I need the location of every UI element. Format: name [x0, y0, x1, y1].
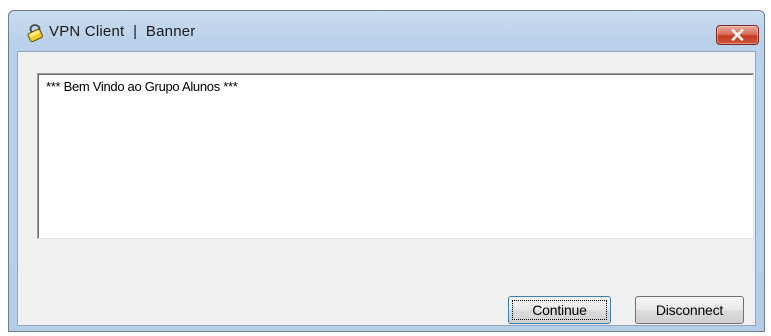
- dialog-client-area: *** Bem Vindo ao Grupo Alunos *** Contin…: [17, 51, 756, 326]
- vpn-lock-icon: [26, 24, 44, 43]
- close-icon: [731, 29, 744, 41]
- close-button[interactable]: [716, 25, 759, 45]
- banner-text-box[interactable]: *** Bem Vindo ao Grupo Alunos ***: [37, 73, 754, 239]
- disconnect-button[interactable]: Disconnect: [635, 296, 744, 324]
- continue-button[interactable]: Continue: [508, 296, 611, 324]
- continue-button-label: Continue: [512, 300, 607, 320]
- title-bar[interactable]: VPN Client | Banner: [9, 11, 764, 51]
- window-title: VPN Client | Banner: [49, 23, 196, 40]
- banner-message: *** Bem Vindo ao Grupo Alunos ***: [46, 79, 238, 94]
- banner-dialog-window: VPN Client | Banner *** Bem Vindo ao Gru…: [8, 10, 765, 332]
